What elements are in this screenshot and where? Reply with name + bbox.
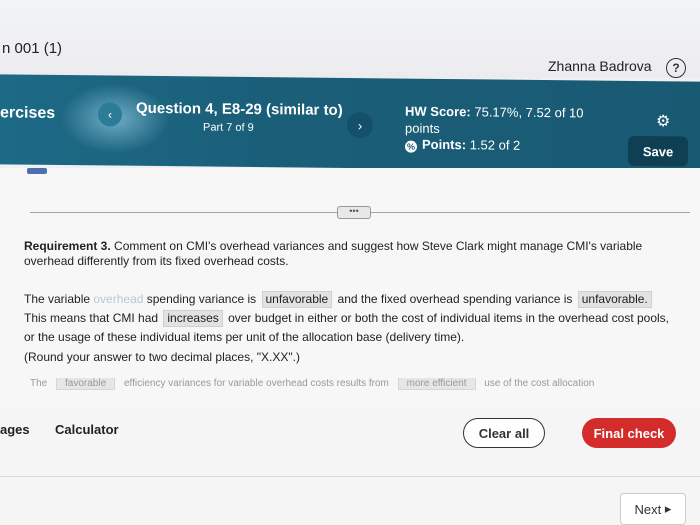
- answer-blank-5[interactable]: more efficient: [397, 378, 476, 390]
- answer-blank-3[interactable]: increases: [163, 310, 223, 327]
- user-name[interactable]: Zhanna Badrova: [548, 58, 652, 74]
- hw-score-unit: points: [405, 120, 440, 136]
- points-display: % Points: 1.52 of 2: [405, 137, 520, 154]
- requirement-label: Requirement 3.: [24, 239, 111, 253]
- chevron-right-icon: ›: [357, 117, 363, 133]
- partial-credit-icon: %: [405, 140, 417, 153]
- answer-blank-2[interactable]: unfavorable.: [577, 291, 652, 308]
- cutoff-text: efficiency variances for variable overhe…: [123, 378, 389, 389]
- footer-divider: [0, 476, 700, 477]
- top-bar: n 001 (1) Zhanna Badrova ?: [0, 0, 700, 78]
- answer-paragraph: The variable overhead spending variance …: [24, 290, 679, 347]
- cutoff-text: use of the cost allocation: [484, 378, 595, 389]
- para-text: This means that CMI had: [24, 311, 162, 325]
- para-text: and the fixed overhead spending variance…: [334, 292, 576, 306]
- gear-icon[interactable]: ⚙: [656, 111, 670, 131]
- previous-question-button[interactable]: ‹: [98, 102, 122, 127]
- requirement-text: Comment on CMI's overhead variances and …: [24, 239, 643, 268]
- clear-all-button[interactable]: Clear all: [463, 418, 545, 448]
- final-check-button[interactable]: Final check: [582, 418, 676, 448]
- question-title[interactable]: Question 4, E8-29 (similar to): [136, 100, 343, 119]
- calculator-link[interactable]: Calculator: [55, 422, 119, 437]
- requirement-prompt: Requirement 3. Comment on CMI's overhead…: [24, 239, 684, 269]
- footer-bar: ages Calculator Clear all Final check Ne…: [0, 408, 700, 525]
- chevron-left-icon: ‹: [108, 107, 112, 122]
- rounding-note: (Round your answer to two decimal places…: [24, 350, 300, 364]
- toolbar-icon[interactable]: [27, 168, 47, 174]
- question-header: ercises ‹ Question 4, E8-29 (similar to)…: [0, 74, 700, 172]
- next-label: Next: [634, 501, 662, 517]
- caret-right-icon: ▸: [664, 501, 672, 516]
- points-label: Points:: [422, 136, 467, 153]
- next-question-button[interactable]: ›: [347, 111, 373, 139]
- para-text: spending variance is: [143, 292, 260, 306]
- question-circle-icon[interactable]: ?: [666, 58, 686, 78]
- para-text: The variable: [24, 292, 94, 306]
- hw-score-value: 75.17%, 7.52 of 10: [474, 104, 584, 121]
- question-part: Part 7 of 9: [203, 121, 254, 134]
- points-value: 1.52 of 2: [469, 137, 521, 153]
- answer-blank-4[interactable]: favorable: [56, 378, 116, 390]
- nav-exercises-link[interactable]: ercises: [0, 104, 55, 123]
- save-button[interactable]: Save: [628, 135, 688, 167]
- answer-blank-1[interactable]: unfavorable: [261, 291, 333, 308]
- next-paragraph-cutoff: The favorable efficiency variances for v…: [30, 378, 690, 392]
- question-content: ••• Requirement 3. Comment on CMI's over…: [0, 168, 700, 408]
- pages-link[interactable]: ages: [0, 422, 30, 437]
- expand-handle[interactable]: •••: [337, 206, 371, 219]
- para-text-faded: overhead: [93, 292, 144, 306]
- hw-score-label: HW Score:: [405, 103, 471, 120]
- hw-score: HW Score: 75.17%, 7.52 of 10 points: [405, 103, 605, 139]
- cutoff-text: The: [30, 378, 48, 389]
- next-button[interactable]: Next ▸: [620, 493, 686, 525]
- course-title: n 001 (1): [2, 40, 63, 57]
